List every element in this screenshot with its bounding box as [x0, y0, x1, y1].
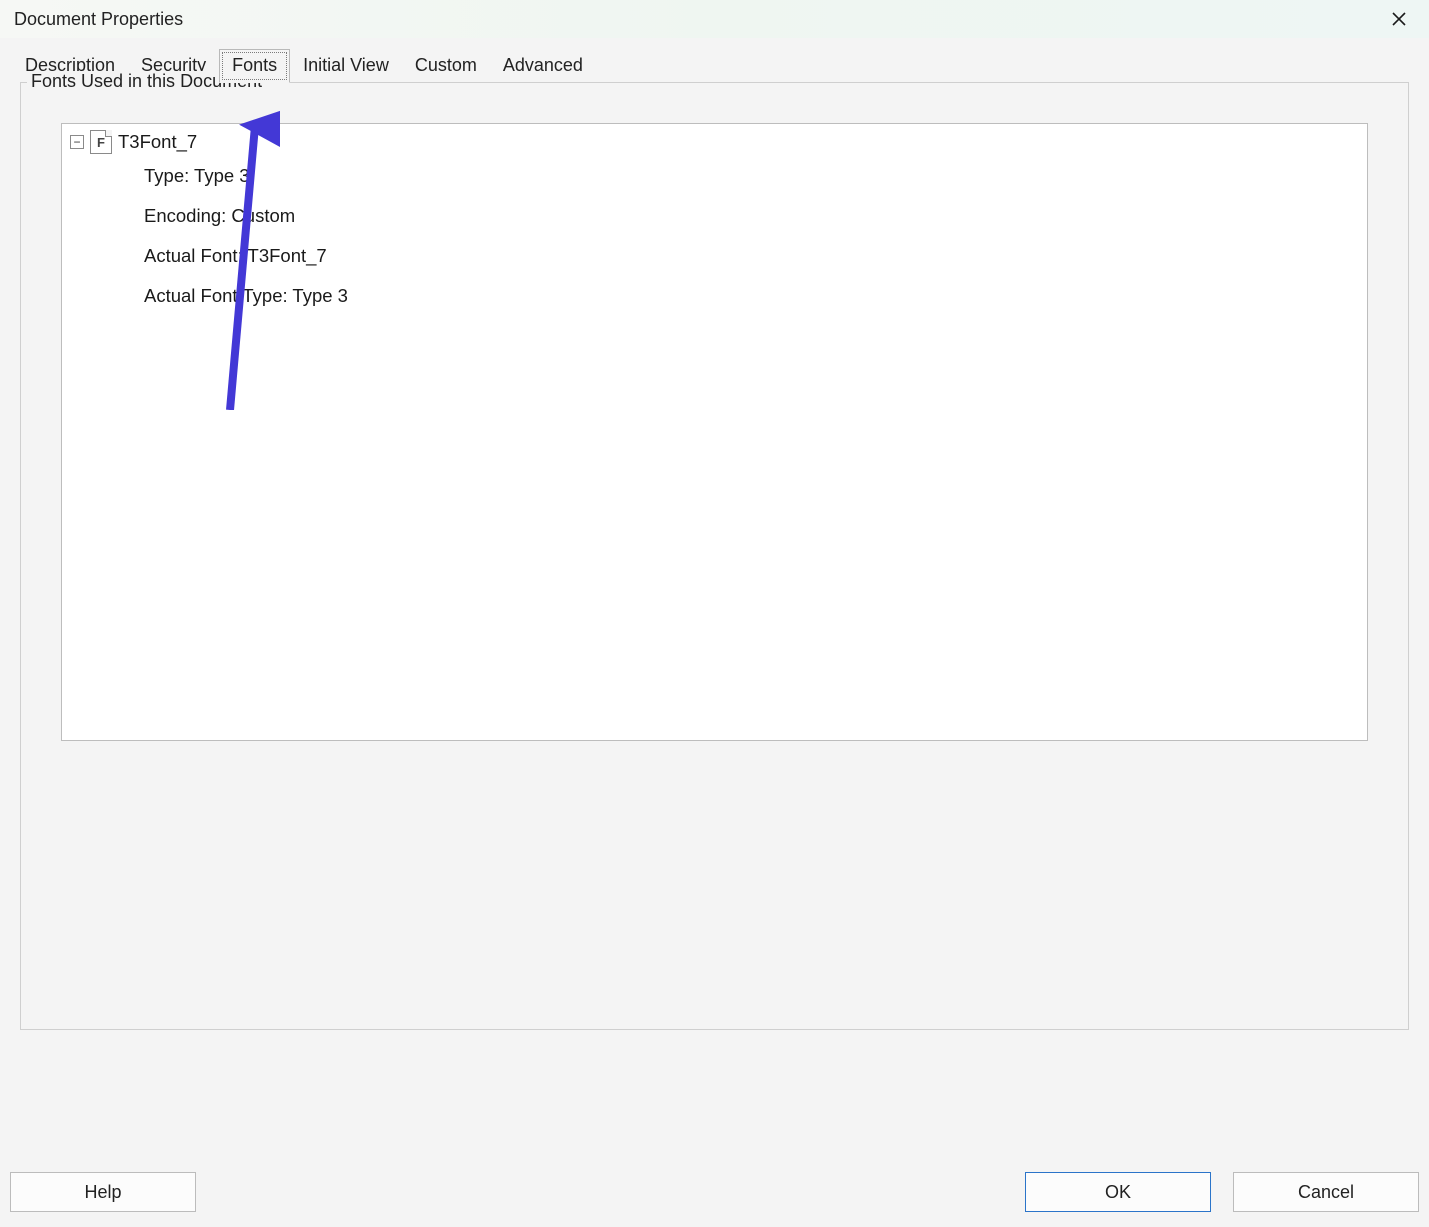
cancel-button[interactable]: Cancel — [1233, 1172, 1419, 1212]
font-actual-font-row: Actual Font: T3Font_7 — [144, 236, 1367, 276]
help-button[interactable]: Help — [10, 1172, 196, 1212]
ok-button[interactable]: OK — [1025, 1172, 1211, 1212]
tab-fonts[interactable]: Fonts — [219, 49, 290, 83]
dialog-button-row: Help OK Cancel — [0, 1167, 1429, 1217]
font-type-row: Type: Type 3 — [144, 156, 1367, 196]
tab-custom[interactable]: Custom — [402, 49, 490, 83]
font-actual-font-type-row: Actual Font Type: Type 3 — [144, 276, 1367, 316]
font-name-label: T3Font_7 — [118, 131, 197, 153]
tab-initial-view[interactable]: Initial View — [290, 49, 402, 83]
title-bar: Document Properties — [0, 0, 1429, 38]
close-button[interactable] — [1377, 4, 1421, 34]
font-file-icon: F — [90, 130, 112, 154]
close-icon — [1391, 11, 1407, 27]
tree-collapse-icon[interactable]: − — [70, 135, 84, 149]
window-title: Document Properties — [14, 9, 183, 30]
dialog-body: Description Security Fonts Initial View … — [0, 38, 1429, 1227]
annotation-arrow-icon — [200, 110, 280, 410]
tab-advanced[interactable]: Advanced — [490, 49, 596, 83]
font-encoding-row: Encoding: Custom — [144, 196, 1367, 236]
